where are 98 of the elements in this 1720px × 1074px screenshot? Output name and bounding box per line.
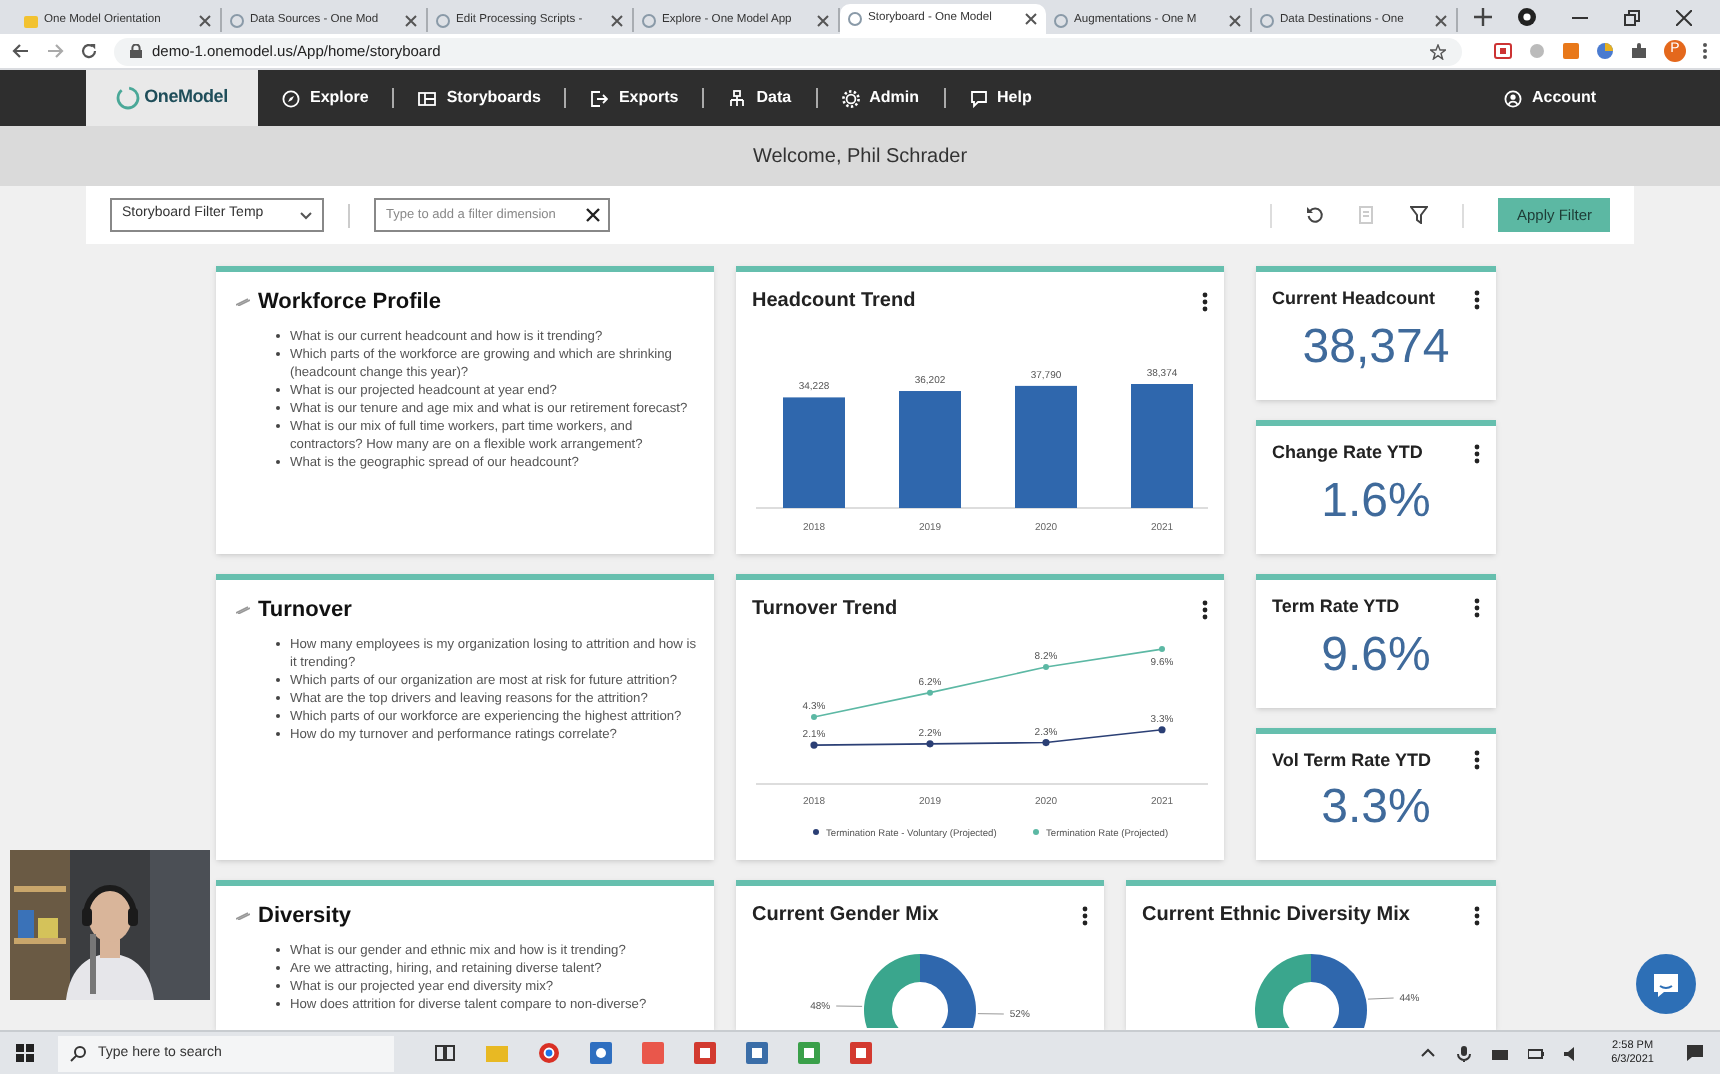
user-icon <box>1504 89 1522 107</box>
card-title: Term Rate YTD <box>1272 594 1400 620</box>
card-title: Vol Term Rate YTD <box>1272 747 1432 773</box>
app-icon[interactable] <box>850 1042 872 1064</box>
card-title: Turnover <box>258 596 352 626</box>
chat-button[interactable] <box>1636 954 1696 1014</box>
logo-text: OneModel <box>144 84 228 111</box>
kebab-icon[interactable] <box>1082 905 1088 925</box>
logo-icon <box>116 86 141 110</box>
pie-icon[interactable] <box>1596 42 1614 60</box>
account-link[interactable]: Account <box>1504 70 1596 126</box>
donut-slice <box>864 954 920 1028</box>
page-icon <box>848 12 862 26</box>
app-icon[interactable] <box>590 1042 612 1064</box>
donut-slice <box>1311 954 1367 1028</box>
point <box>927 689 933 696</box>
nav-link[interactable]: Data <box>704 70 816 126</box>
nav-link[interactable]: Admin <box>817 70 943 126</box>
extensions-icon[interactable] <box>1630 42 1648 60</box>
metric-value: 3.3% <box>1319 778 1433 838</box>
kebab-icon[interactable] <box>1202 291 1208 311</box>
notification-icon[interactable] <box>1686 1044 1704 1062</box>
kebab-icon[interactable] <box>1474 289 1480 310</box>
undo-icon[interactable] <box>1306 206 1325 224</box>
page-icon <box>1054 13 1068 27</box>
data-icon <box>728 89 747 107</box>
screen-icon[interactable] <box>1494 42 1512 60</box>
card-title: Current Headcount <box>1272 286 1436 312</box>
lock-icon <box>130 44 142 58</box>
chevron-icon[interactable] <box>1419 1045 1436 1061</box>
point <box>810 741 818 749</box>
kebab-icon[interactable] <box>1474 443 1480 464</box>
compass-icon <box>282 89 300 107</box>
bar <box>1015 385 1077 508</box>
page-icon <box>642 13 656 27</box>
star-icon[interactable] <box>1430 43 1446 59</box>
bar <box>899 391 961 508</box>
chat-icon <box>1652 971 1680 997</box>
more-icon[interactable] <box>1702 42 1708 60</box>
kebab-icon[interactable] <box>1474 597 1480 618</box>
windows-icon[interactable] <box>16 1044 34 1062</box>
search-icon <box>70 1045 86 1061</box>
page-icon <box>436 13 450 27</box>
nav-link[interactable]: Storyboards <box>394 70 565 126</box>
point <box>1158 726 1166 734</box>
bar <box>783 397 845 508</box>
page-icon <box>230 13 244 27</box>
pencil-icon <box>236 606 250 615</box>
card-title: Headcount Trend <box>752 288 916 316</box>
export-icon <box>590 89 609 107</box>
point <box>1042 738 1050 747</box>
card-title: Turnover Trend <box>752 596 898 624</box>
app-icon[interactable] <box>798 1042 820 1064</box>
kebab-icon[interactable] <box>1202 599 1208 619</box>
gear-icon <box>841 89 860 107</box>
card-title: Current Gender Mix <box>752 902 939 930</box>
filter-icon[interactable] <box>1410 206 1429 224</box>
chat-icon <box>969 89 987 107</box>
close-icon[interactable] <box>1676 9 1692 25</box>
bar <box>1131 384 1193 508</box>
caret-icon <box>300 211 312 219</box>
card-title: Workforce Profile <box>258 288 441 318</box>
restore-icon[interactable] <box>1624 9 1640 25</box>
nav-link[interactable]: Exports <box>566 70 703 126</box>
reload-icon[interactable] <box>80 42 98 60</box>
card-title: Diversity <box>258 902 351 932</box>
metric-value: 38,374 <box>1300 317 1452 377</box>
task-view-icon[interactable] <box>434 1042 456 1064</box>
card-title: Change Rate YTD <box>1272 440 1423 466</box>
browser-icon[interactable] <box>538 1042 560 1064</box>
storyboard-icon <box>418 89 437 107</box>
nav-link[interactable]: Explore <box>258 70 393 126</box>
card-title: Current Ethnic Diversity Mix <box>1142 902 1410 930</box>
nav-link[interactable]: Help <box>945 70 1056 126</box>
record-icon[interactable] <box>1518 8 1536 26</box>
back-icon[interactable] <box>12 42 30 60</box>
close-icon[interactable] <box>586 208 600 222</box>
page-icon <box>1260 13 1274 27</box>
square-icon[interactable] <box>1562 42 1580 60</box>
welcome-text: Welcome, Phil Schrader <box>752 143 968 171</box>
point <box>1043 664 1049 671</box>
app-icon[interactable] <box>746 1042 768 1064</box>
app-icon[interactable] <box>694 1042 716 1064</box>
microphone-icon[interactable] <box>1455 1045 1472 1061</box>
battery-icon[interactable] <box>1527 1045 1544 1061</box>
point <box>1159 646 1165 653</box>
kebab-icon[interactable] <box>1474 905 1480 925</box>
metric-value: 9.6% <box>1319 625 1433 685</box>
point <box>811 713 817 720</box>
metric-value: 1.6% <box>1319 471 1433 531</box>
pencil-icon <box>236 912 250 921</box>
pencil-icon <box>236 298 250 307</box>
speaker-icon[interactable] <box>1563 1045 1580 1061</box>
close-icon[interactable] <box>1024 12 1038 26</box>
new-tab-icon[interactable] <box>1474 8 1492 26</box>
folder-icon <box>24 13 38 27</box>
point <box>926 740 934 748</box>
kebab-icon[interactable] <box>1474 750 1480 771</box>
